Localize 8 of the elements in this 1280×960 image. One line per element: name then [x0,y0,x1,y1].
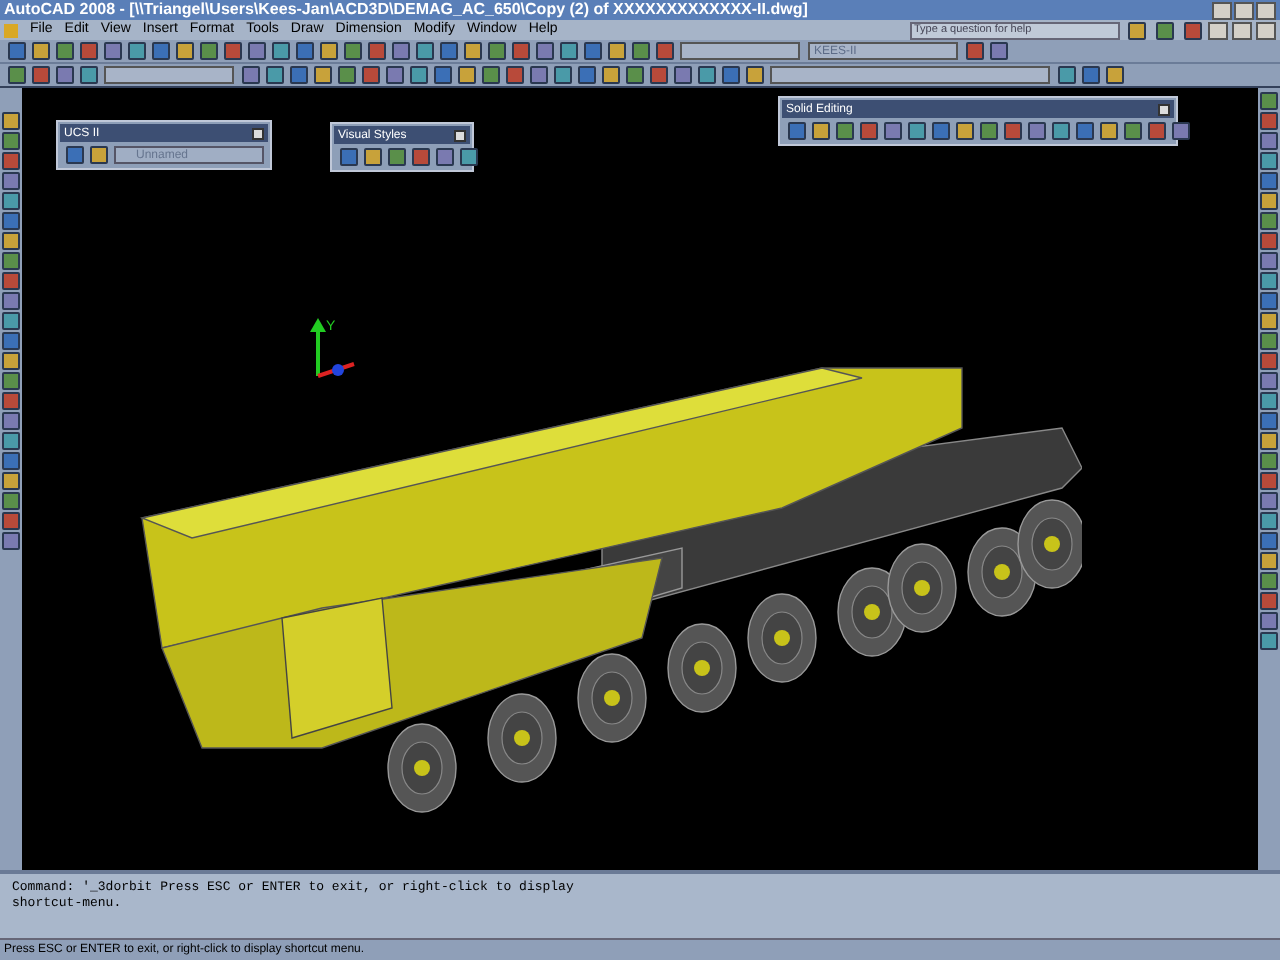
close-icon[interactable] [454,129,466,141]
dropdown[interactable] [770,66,1050,84]
close-icon[interactable] [252,127,264,139]
dropdown[interactable] [680,42,800,60]
close-icon[interactable] [1158,103,1170,115]
dropdown[interactable] [104,66,234,84]
window-title: AutoCAD 2008 - [\\Triangel\Users\Kees-Jan\ACD3D\DEMAG_AC_650\Copy (2) of XXXXXXXXXXXXX-II.dwg] [4,0,808,20]
app-icon [4,23,18,37]
